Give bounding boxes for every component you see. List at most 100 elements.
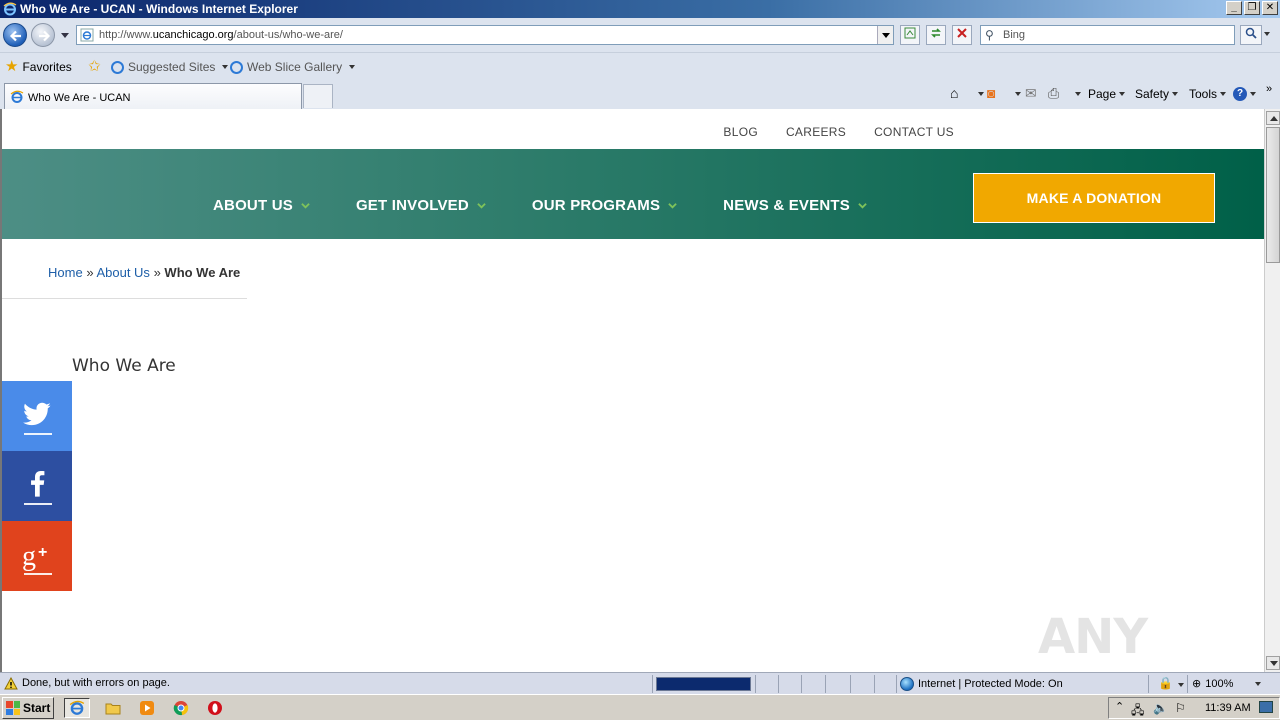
windows-logo-icon [6,701,20,715]
refresh-icon [931,28,941,38]
new-tab-button[interactable] [303,84,333,108]
action-center-flag-icon[interactable]: ⚐ [1175,701,1186,715]
print-dropdown[interactable] [1075,92,1081,96]
refresh-button[interactable] [926,25,946,45]
stop-icon [957,28,967,38]
breadcrumb: Home » About Us » Who We Are [48,265,241,280]
clock[interactable]: 11:39 AM [1205,702,1251,714]
favorites-button[interactable]: ★ Favorites [5,58,72,75]
forward-arrow-icon [39,30,51,42]
address-dropdown-button[interactable] [877,26,893,44]
web-slice-ie-icon [230,60,243,74]
taskbar-explorer[interactable] [100,698,126,718]
home-dropdown[interactable] [978,92,984,96]
volume-icon[interactable]: 🔈 [1153,701,1168,715]
stop-button[interactable] [952,25,972,45]
page-content: BLOG CAREERS CONTACT US ABOUT US GET INV… [0,109,1264,672]
window-title: Who We Are - UCAN - Windows Internet Exp… [20,2,298,16]
search-options-dropdown[interactable] [1264,32,1270,36]
taskbar-opera[interactable] [202,698,228,718]
tab-who-we-are[interactable]: Who We Are - UCAN [4,83,302,109]
tab-ie-icon [10,90,24,103]
read-mail-icon[interactable]: ✉ [1025,86,1037,100]
search-box[interactable]: ⚲ Bing [980,25,1235,45]
safety-menu[interactable]: Safety [1135,87,1179,101]
nav-our-programs[interactable]: OUR PROGRAMS [532,197,677,214]
address-toolbar: http://www.ucanchicago.org/about-us/who-… [0,18,1280,52]
careers-link[interactable]: CAREERS [786,125,846,139]
breadcrumb-divider [2,298,247,299]
internet-globe-icon [900,677,914,691]
magnifier-icon [1245,27,1257,39]
protected-mode-lock-icon[interactable]: 🔒 [1158,676,1173,690]
close-window-button[interactable]: ✕ [1262,1,1278,15]
main-nav-bar: ABOUT US GET INVOLVED OUR PROGRAMS NEWS … [2,149,1264,239]
protected-mode-dropdown[interactable] [1178,683,1184,687]
internet-explorer-icon [3,2,17,16]
breadcrumb-home-link[interactable]: Home [48,265,83,280]
taskbar-chrome[interactable] [168,698,194,718]
scroll-down-button[interactable] [1266,656,1280,670]
make-a-donation-button[interactable]: MAKE A DONATION [973,173,1215,223]
address-bar[interactable]: http://www.ucanchicago.org/about-us/who-… [76,25,894,45]
feeds-dropdown[interactable] [1015,92,1021,96]
taskbar-internet-explorer[interactable] [64,698,90,718]
facebook-icon [31,471,45,497]
print-icon[interactable]: ⎙ [1048,86,1059,100]
folder-icon [105,703,121,715]
zoom-magnifier-icon: ⊕ [1192,678,1202,690]
zoom-control[interactable]: ⊕ 100% [1192,677,1262,690]
back-button[interactable] [3,23,27,47]
network-icon[interactable]: 🖧 [1131,701,1144,720]
add-favorite-star-icon: ✩ [88,58,101,75]
opera-icon [208,701,222,715]
web-slice-gallery-link[interactable]: Web Slice Gallery [230,60,356,74]
nav-about-us[interactable]: ABOUT US [213,197,310,214]
contact-us-link[interactable]: CONTACT US [874,125,954,139]
home-icon[interactable]: ⌂ [950,86,958,100]
compatibility-view-button[interactable] [900,25,920,45]
ie-taskbar-icon [69,700,85,715]
more-commands-chevron-icon[interactable]: » [1266,82,1272,96]
scroll-up-button[interactable] [1266,111,1280,125]
search-go-button[interactable] [1240,25,1262,45]
help-menu[interactable]: ? [1233,87,1256,101]
scroll-thumb[interactable] [1266,127,1280,263]
chevron-down-icon [668,203,677,209]
nav-news-events[interactable]: NEWS & EVENTS [723,197,867,214]
facebook-share-button[interactable] [2,451,72,521]
recent-pages-dropdown[interactable] [61,33,69,38]
breadcrumb-about-us-link[interactable]: About Us [96,265,149,280]
back-arrow-icon [9,30,21,42]
forward-button[interactable] [31,23,55,47]
add-to-favorites-bar-button[interactable]: ✩ [88,58,101,75]
suggested-sites-link[interactable]: Suggested Sites [111,60,229,74]
windows-taskbar: Start ⌃ 🖧 🔈 ⚐ 11:39 AM [0,694,1280,720]
show-desktop-icon[interactable] [1259,701,1273,713]
nav-get-involved[interactable]: GET INVOLVED [356,197,486,214]
twitter-icon [23,402,51,426]
tools-menu[interactable]: Tools [1189,87,1227,101]
vertical-scrollbar[interactable] [1264,109,1280,672]
favorites-bar: ★ Favorites ✩ Suggested Sites Web Slice … [0,52,1280,80]
status-message: Done, but with errors on page. [22,677,170,689]
blog-link[interactable]: BLOG [723,125,758,139]
search-input[interactable]: Bing [1003,29,1025,41]
taskbar-media-player[interactable] [134,698,160,718]
page-ie-icon [80,28,94,42]
favorites-star-icon: ★ [5,58,19,75]
twitter-share-button[interactable] [2,381,72,451]
warning-icon[interactable] [4,677,18,690]
minimize-button[interactable]: _ [1226,1,1242,15]
google-plus-share-button[interactable]: g + [2,521,72,591]
rss-feed-icon[interactable]: ◙ [987,86,995,100]
restore-button[interactable]: ❐ [1244,1,1260,15]
security-zone[interactable]: Internet | Protected Mode: On [900,677,1063,691]
start-button[interactable]: Start [2,697,54,719]
window-title-bar[interactable]: Who We Are - UCAN - Windows Internet Exp… [0,0,1280,18]
page-menu[interactable]: Page [1088,87,1126,101]
progress-bar [656,677,751,691]
show-hidden-icons-icon[interactable]: ⌃ [1115,700,1124,713]
breadcrumb-current: Who We Are [164,265,241,280]
help-icon: ? [1233,87,1247,101]
